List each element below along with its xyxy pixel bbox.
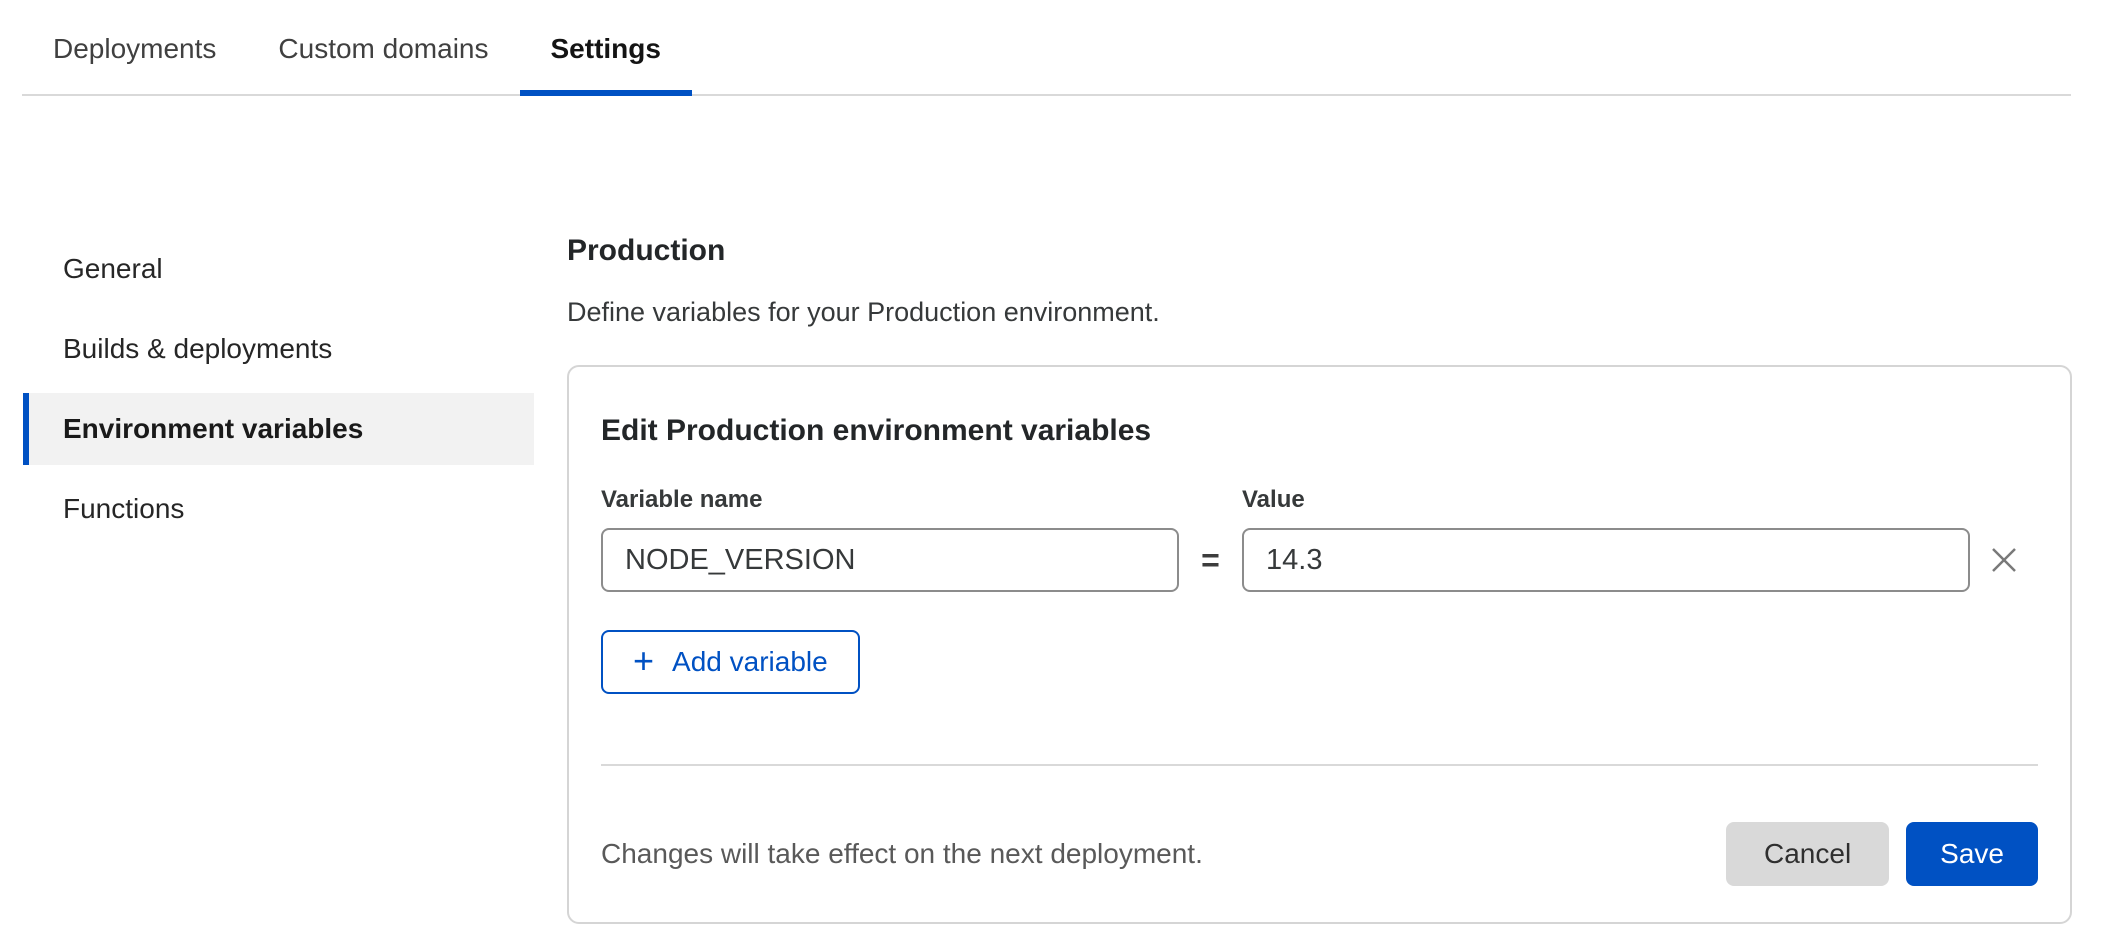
sidebar-item-functions[interactable]: Functions — [23, 473, 534, 545]
variable-value-input[interactable] — [1242, 528, 1970, 592]
page-description: Define variables for your Production env… — [567, 296, 2072, 329]
add-variable-button[interactable]: + Add variable — [601, 630, 860, 694]
save-button[interactable]: Save — [1906, 822, 2038, 886]
variable-name-input[interactable] — [601, 528, 1179, 592]
content-area: General Builds & deployments Environment… — [0, 96, 2121, 924]
page-title: Production — [567, 233, 2072, 269]
add-variable-label: Add variable — [672, 646, 828, 678]
equals-sign: = — [1179, 542, 1242, 579]
field-labels-row: Variable name Value — [601, 485, 2038, 514]
variable-row: = — [601, 528, 2038, 592]
sidebar-item-environment-variables[interactable]: Environment variables — [23, 393, 534, 465]
sidebar-item-builds-deployments[interactable]: Builds & deployments — [23, 313, 534, 385]
settings-main-panel: Production Define variables for your Pro… — [567, 233, 2072, 924]
close-icon — [1989, 545, 2019, 575]
tab-custom-domains[interactable]: Custom domains — [247, 0, 519, 94]
tab-deployments[interactable]: Deployments — [22, 0, 247, 94]
card-footer: Changes will take effect on the next dep… — [601, 822, 2038, 886]
environment-variables-card: Edit Production environment variables Va… — [567, 365, 2072, 924]
tab-settings[interactable]: Settings — [520, 0, 692, 94]
card-title: Edit Production environment variables — [601, 413, 2038, 449]
settings-sidebar: General Builds & deployments Environment… — [23, 233, 534, 553]
sidebar-item-general[interactable]: General — [23, 233, 534, 305]
card-divider — [601, 764, 2038, 766]
variable-name-label: Variable name — [601, 485, 1179, 514]
remove-variable-button[interactable] — [1983, 539, 2025, 581]
cancel-button[interactable]: Cancel — [1726, 822, 1889, 886]
plus-icon: + — [633, 643, 654, 679]
tab-bar: Deployments Custom domains Settings — [22, 0, 2071, 96]
footer-actions: Cancel Save — [1726, 822, 2038, 886]
value-label: Value — [1242, 485, 1970, 514]
deployment-note: Changes will take effect on the next dep… — [601, 838, 1203, 870]
